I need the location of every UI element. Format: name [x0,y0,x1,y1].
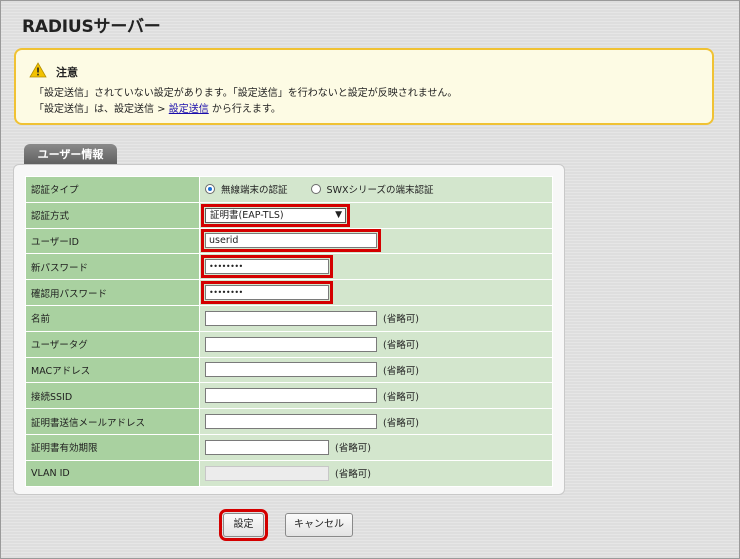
page-title: RADIUSサーバー [22,17,161,37]
auth-method-label: 認証方式 [25,201,200,229]
auth-method-select[interactable]: 証明書(EAP-TLS) ▼ [201,203,350,227]
auth-type-swx-radio[interactable] [310,183,321,194]
vlan-id-label: VLAN ID [25,459,200,487]
user-tag-input[interactable] [205,336,377,352]
user-tag-cell: (省略可) [199,330,553,358]
vlan-id-input [205,465,329,481]
cert-email-label: 証明書送信メールアドレス [25,408,200,435]
ssid-optional-note: (省略可) [383,391,419,403]
warning-notice: 注意 「設定送信」されていない設定があります。「設定送信」を行わないと設定が反映… [14,48,714,125]
mac-address-optional-note: (省略可) [383,365,419,377]
cert-expiry-label: 証明書有効期限 [25,433,200,461]
mac-address-input[interactable] [205,362,377,378]
send-settings-link[interactable]: 設定送信 [169,104,209,115]
notice-instruction-suffix: から行えます。 [208,104,281,115]
auth-method-value: 証明書(EAP-TLS) [210,209,284,221]
auth-type-label: 認証タイプ [25,176,200,203]
form-row-ssid: 接続SSID (省略可) [25,382,553,410]
user-id-input[interactable]: userid [201,229,381,253]
auth-method-cell: 証明書(EAP-TLS) ▼ [199,201,553,229]
new-password-input[interactable]: •••••••• [201,255,333,279]
name-input[interactable] [205,310,377,326]
vlan-id-cell: (省略可) [199,459,553,487]
name-optional-note: (省略可) [383,314,419,326]
cancel-button[interactable]: キャンセル [285,513,353,537]
auth-type-swx-label: SWXシリーズの端末認証 [326,184,434,196]
form-row-cert-email: 証明書送信メールアドレス (省略可) [25,408,553,435]
user-info-form: 認証タイプ 無線端末の認証 SWXシリーズの端末認証 認証方式 証明書(EAP-… [25,176,553,487]
auth-type-wireless-label: 無線端末の認証 [221,184,288,196]
form-row-new-password: 新パスワード •••••••• [25,253,553,281]
auth-type-swx-option[interactable]: SWXシリーズの端末認証 [310,182,434,196]
form-row-auth-method: 認証方式 証明書(EAP-TLS) ▼ [25,201,553,229]
user-id-label: ユーザーID [25,227,200,255]
ssid-cell: (省略可) [199,382,553,410]
cert-expiry-input[interactable] [205,439,329,455]
notice-instruction-prefix: 「設定送信」は、設定送信 > [34,104,169,115]
name-label: 名前 [25,304,200,332]
auth-type-wireless-radio[interactable] [205,183,215,194]
form-row-mac-address: MACアドレス (省略可) [25,356,553,384]
cert-expiry-cell: (省略可) [199,433,553,461]
cert-expiry-optional-note: (省略可) [335,443,371,455]
notice-instruction: 「設定送信」は、設定送信 > 設定送信 から行えます。 [34,100,281,115]
chevron-down-icon: ▼ [335,209,342,220]
vlan-id-optional-note: (省略可) [335,469,371,481]
mac-address-label: MACアドレス [25,356,200,384]
cert-email-input[interactable] [205,414,377,430]
new-password-cell: •••••••• [199,253,553,281]
notice-title: 注意 [56,66,78,79]
ssid-label: 接続SSID [25,382,200,410]
auth-type-wireless-option[interactable]: 無線端末の認証 [205,182,288,196]
ssid-input[interactable] [205,388,377,404]
form-row-user-id: ユーザーID userid [25,227,553,255]
form-row-confirm-password: 確認用パスワード •••••••• [25,279,553,306]
new-password-label: 新パスワード [25,253,200,281]
name-cell: (省略可) [199,304,553,332]
confirm-password-label: 確認用パスワード [25,279,200,306]
user-info-tab: ユーザー情報 [24,144,117,166]
confirm-password-cell: •••••••• [199,279,553,306]
form-row-name: 名前 (省略可) [25,304,553,332]
confirm-password-input[interactable]: •••••••• [201,281,333,305]
form-row-auth-type: 認証タイプ 無線端末の認証 SWXシリーズの端末認証 [25,176,553,203]
save-button[interactable]: 設定 [219,509,268,541]
user-tag-optional-note: (省略可) [383,340,419,352]
form-row-cert-expiry: 証明書有効期限 (省略可) [25,433,553,461]
cert-email-optional-note: (省略可) [383,417,419,429]
form-row-user-tag: ユーザータグ (省略可) [25,330,553,358]
user-id-cell: userid [199,227,553,255]
notice-message: 「設定送信」されていない設定があります。「設定送信」を行わないと設定が反映されま… [34,88,458,99]
auth-type-cell: 無線端末の認証 SWXシリーズの端末認証 [199,176,553,203]
warning-icon [29,62,47,78]
form-row-vlan-id: VLAN ID (省略可) [25,459,553,487]
mac-address-cell: (省略可) [199,356,553,384]
user-tag-label: ユーザータグ [25,330,200,358]
cert-email-cell: (省略可) [199,408,553,435]
